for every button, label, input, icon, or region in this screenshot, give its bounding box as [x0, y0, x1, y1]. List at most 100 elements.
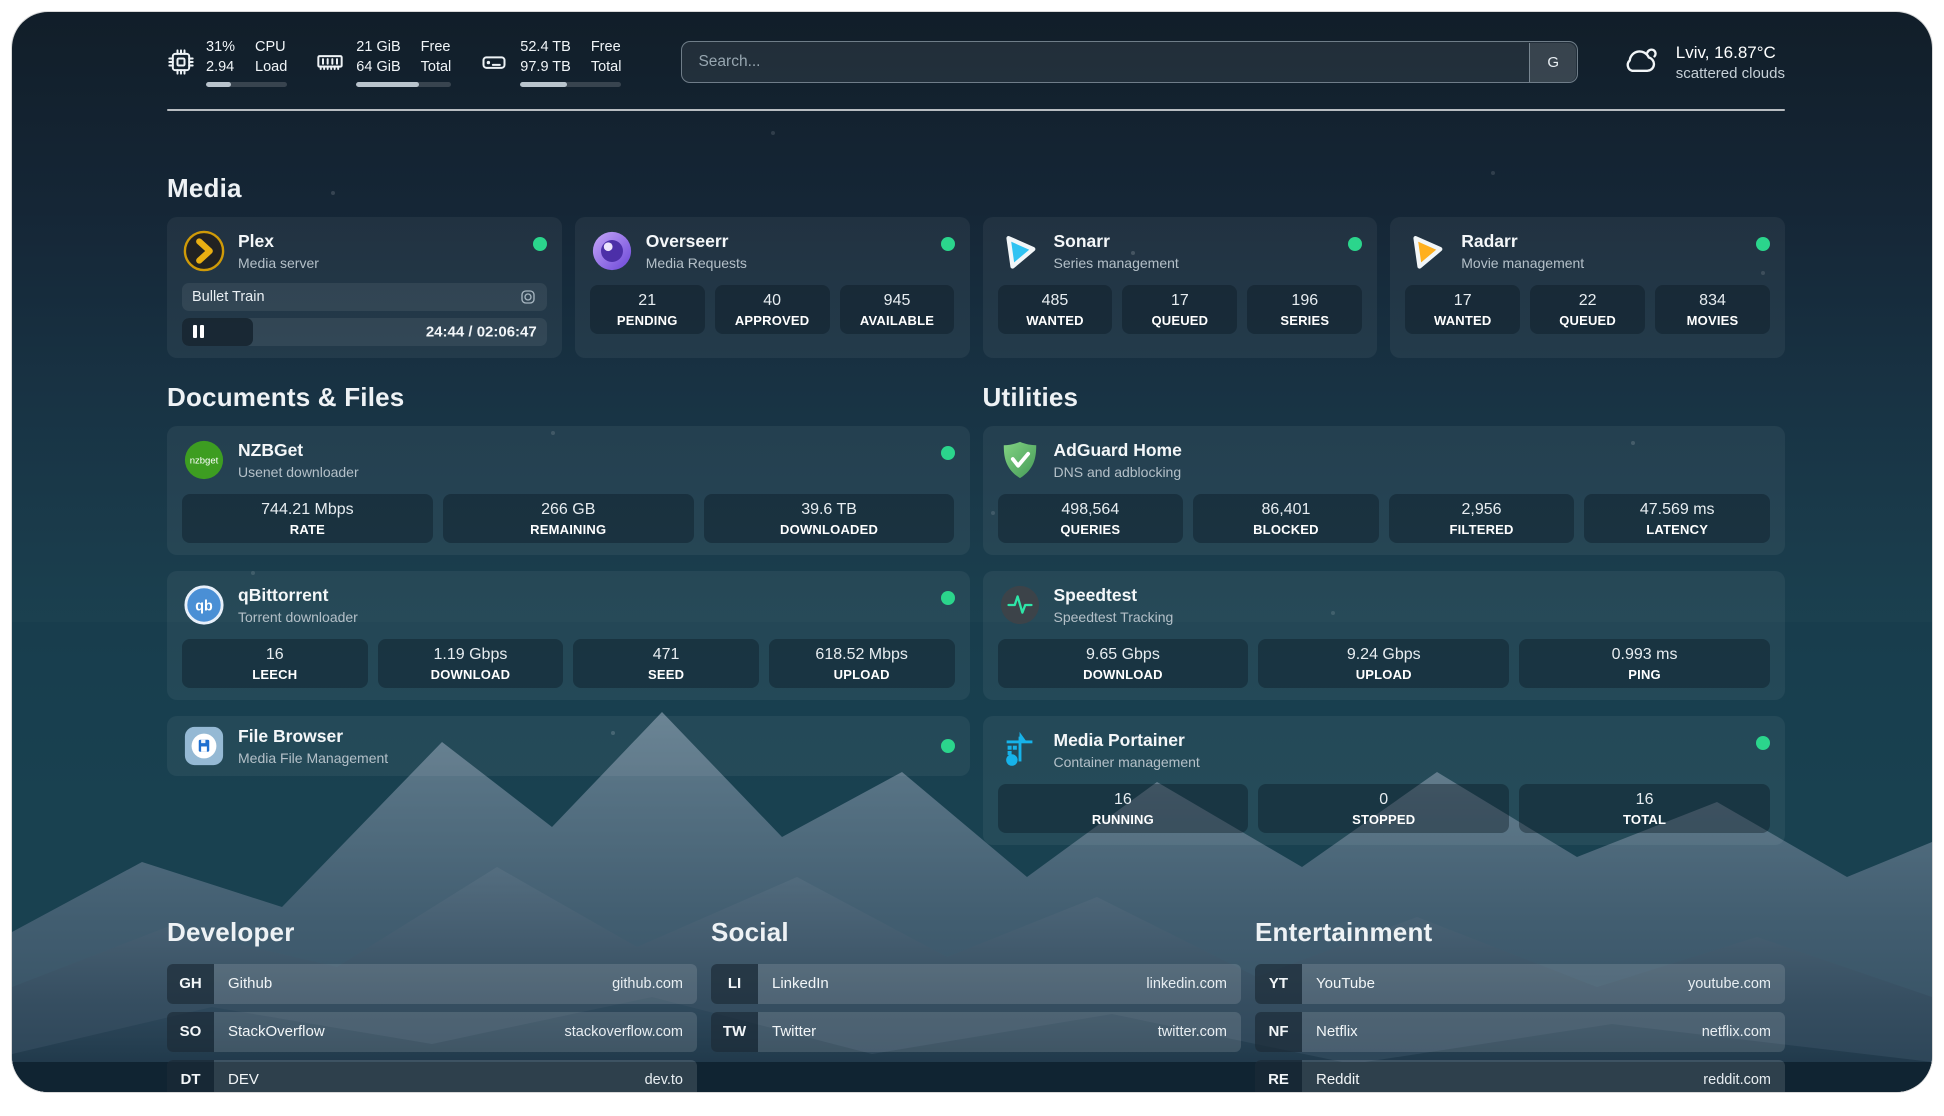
service-card-speedtest[interactable]: Speedtest Speedtest Tracking 9.65 Gbps D… — [983, 571, 1786, 700]
bookmark-youtube[interactable]: YT YouTube youtube.com — [1255, 964, 1785, 1004]
bookmark-group-social: Social LI LinkedIn linkedin.com TW Twitt… — [711, 917, 1241, 1092]
nzbget-icon: nzbget — [182, 438, 226, 482]
bookmark-stackoverflow[interactable]: SO StackOverflow stackoverflow.com — [167, 1012, 697, 1052]
stat-box: 744.21 Mbps RATE — [182, 494, 433, 543]
stat-box: 0.993 ms PING — [1519, 639, 1770, 688]
bookmark-badge: LI — [711, 964, 758, 1004]
svg-text:qb: qb — [195, 598, 213, 614]
disk-widget: 52.4 TB 97.9 TB Free Total — [479, 38, 621, 87]
stat-label: APPROVED — [719, 313, 826, 328]
bookmark-twitter[interactable]: TW Twitter twitter.com — [711, 1012, 1241, 1052]
stat-label: QUEUED — [1126, 313, 1233, 328]
stat-label: QUERIES — [1002, 522, 1180, 537]
bookmark-badge: YT — [1255, 964, 1302, 1004]
service-card-portainer[interactable]: Media Portainer Container management 16 … — [983, 716, 1786, 845]
weather-condition: scattered clouds — [1676, 65, 1785, 82]
adguard-icon — [998, 438, 1042, 482]
stat-box: 39.6 TB DOWNLOADED — [704, 494, 955, 543]
stat-label: DOWNLOAD — [1002, 667, 1245, 682]
bookmark-label: Netflix — [1302, 1023, 1358, 1040]
playback-time: 24:44 / 02:06:47 — [426, 323, 537, 340]
stat-box: 834 MOVIES — [1655, 285, 1770, 334]
memory-free-value: 21 GiB — [356, 38, 400, 58]
service-name: Media Portainer — [1054, 730, 1200, 751]
bookmark-netflix[interactable]: NF Netflix netflix.com — [1255, 1012, 1785, 1052]
bookmark-label: LinkedIn — [758, 975, 829, 992]
stat-box: 22 QUEUED — [1530, 285, 1645, 334]
status-dot-online — [941, 739, 955, 753]
service-card-overseerr[interactable]: Overseerr Media Requests 21 PENDING 40 A… — [575, 217, 970, 358]
bookmark-dev[interactable]: DT DEV dev.to — [167, 1060, 697, 1092]
memory-total-value: 64 GiB — [356, 58, 400, 78]
service-card-radarr[interactable]: Radarr Movie management 17 WANTED 22 QUE… — [1390, 217, 1785, 358]
bookmark-badge: NF — [1255, 1012, 1302, 1052]
radarr-icon — [1405, 229, 1449, 273]
service-card-sonarr[interactable]: Sonarr Series management 485 WANTED 17 Q… — [983, 217, 1378, 358]
now-playing-row: Bullet Train — [182, 283, 547, 311]
bookmark-badge: TW — [711, 1012, 758, 1052]
stat-box: 16 TOTAL — [1519, 784, 1770, 833]
stat-value: 1.19 Gbps — [382, 646, 560, 664]
stat-box: 21 PENDING — [590, 285, 705, 334]
stat-value: 945 — [844, 292, 951, 310]
header-divider — [167, 109, 1785, 111]
bookmark-group-entertainment: Entertainment YT YouTube youtube.com NF … — [1255, 917, 1785, 1092]
stat-label: BLOCKED — [1197, 522, 1375, 537]
service-name: Plex — [238, 231, 319, 252]
stat-box: 17 QUEUED — [1122, 285, 1237, 334]
search-bar: G — [681, 41, 1577, 83]
pause-button[interactable] — [182, 318, 253, 346]
bookmark-linkedin[interactable]: LI LinkedIn linkedin.com — [711, 964, 1241, 1004]
filebrowser-icon — [182, 724, 226, 768]
section-title-social: Social — [711, 917, 1241, 948]
stat-label: TOTAL — [1523, 812, 1766, 827]
bookmark-github[interactable]: GH Github github.com — [167, 964, 697, 1004]
search-engine-button[interactable]: G — [1529, 43, 1576, 82]
stat-box: 2,956 FILTERED — [1389, 494, 1575, 543]
stat-label: AVAILABLE — [844, 313, 951, 328]
stat-label: PENDING — [594, 313, 701, 328]
service-description: Speedtest Tracking — [1054, 609, 1174, 625]
memory-icon — [315, 48, 345, 76]
search-input[interactable] — [681, 41, 1577, 83]
service-card-qbittorrent[interactable]: qb qBittorrent Torrent downloader — [167, 571, 970, 700]
service-description: DNS and adblocking — [1054, 464, 1182, 480]
dashboard-window: 31% 2.94 CPU Load — [12, 12, 1932, 1092]
weather-location-temp: Lviv, 16.87°C — [1676, 43, 1785, 63]
plex-icon — [182, 229, 226, 273]
svg-text:nzbget: nzbget — [190, 455, 219, 466]
cpu-icon — [167, 48, 195, 76]
stat-box: 618.52 Mbps UPLOAD — [769, 639, 955, 688]
session-display-icon — [519, 288, 537, 306]
service-card-filebrowser[interactable]: File Browser Media File Management — [167, 716, 970, 776]
bookmark-url: youtube.com — [1688, 976, 1785, 992]
stat-value: 266 GB — [447, 501, 690, 519]
service-description: Series management — [1054, 255, 1179, 271]
cpu-widget: 31% 2.94 CPU Load — [167, 38, 287, 87]
now-playing-title: Bullet Train — [192, 289, 265, 305]
stat-box: 471 SEED — [573, 639, 759, 688]
stat-box: 1.19 Gbps DOWNLOAD — [378, 639, 564, 688]
service-card-plex[interactable]: Plex Media server Bullet Train — [167, 217, 562, 358]
stat-value: 471 — [577, 646, 755, 664]
service-card-nzbget[interactable]: nzbget NZBGet Usenet downloader 74 — [167, 426, 970, 555]
stat-label: SERIES — [1251, 313, 1358, 328]
media-grid: Plex Media server Bullet Train — [167, 217, 1785, 358]
stat-label: QUEUED — [1534, 313, 1641, 328]
bookmark-badge: GH — [167, 964, 214, 1004]
stat-label: PING — [1523, 667, 1766, 682]
service-card-adguard[interactable]: AdGuard Home DNS and adblocking 498,564 … — [983, 426, 1786, 555]
stat-box: 16 RUNNING — [998, 784, 1249, 833]
status-dot-online — [941, 237, 955, 251]
bookmark-url: stackoverflow.com — [565, 1024, 697, 1040]
bookmark-label: Github — [214, 975, 272, 992]
stat-value: 16 — [1002, 791, 1245, 809]
bookmark-reddit[interactable]: RE Reddit reddit.com — [1255, 1060, 1785, 1092]
stat-box: 17 WANTED — [1405, 285, 1520, 334]
stat-value: 16 — [1523, 791, 1766, 809]
stat-label: LATENCY — [1588, 522, 1766, 537]
overseerr-icon — [590, 229, 634, 273]
disk-total-value: 97.9 TB — [520, 58, 571, 78]
stat-box: 47.569 ms LATENCY — [1584, 494, 1770, 543]
stat-value: 744.21 Mbps — [186, 501, 429, 519]
